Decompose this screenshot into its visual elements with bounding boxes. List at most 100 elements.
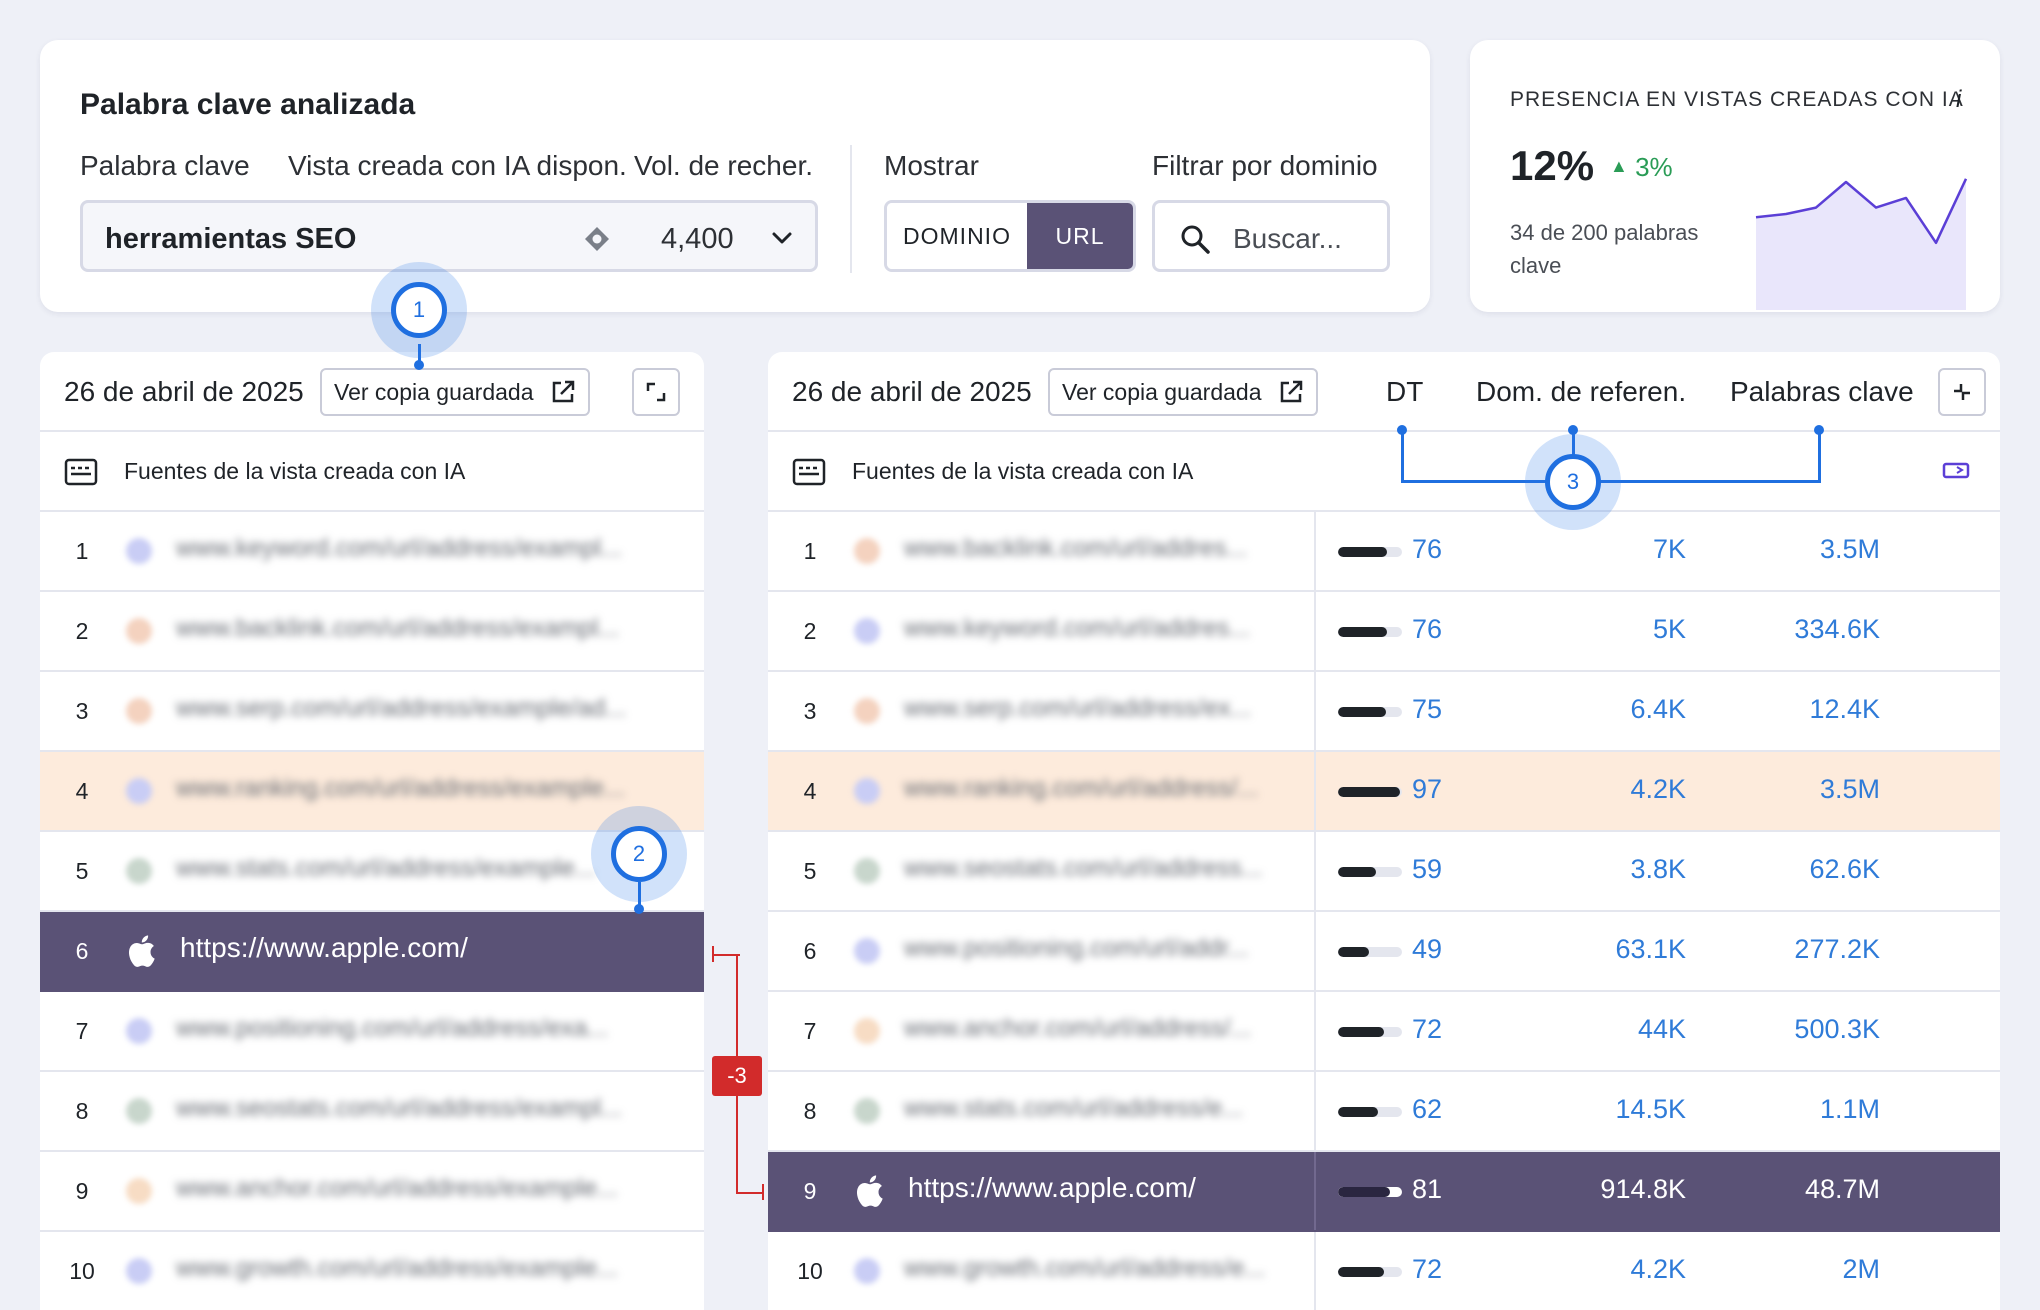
source-url-link[interactable]: www.positioning.com/url/addr... (904, 934, 1284, 963)
column-referring-domains[interactable]: Dom. de referen. (1476, 376, 1686, 408)
collapse-button[interactable] (1938, 368, 1986, 416)
referring-domains-value[interactable]: 4.2K (1630, 1254, 1686, 1285)
referring-domains-value[interactable]: 63.1K (1615, 934, 1686, 965)
source-url-link[interactable]: https://www.apple.com/ (180, 932, 468, 964)
source-url-link[interactable]: www.keyword.com/url/address/exampl... (176, 534, 676, 563)
source-url-link[interactable]: www.serp.com/url/address/ex... (904, 694, 1284, 723)
ai-presence-card: PRESENCIA EN VISTAS CREADAS CON IA i 12%… (1470, 40, 2000, 312)
source-url-link[interactable]: www.anchor.com/url/address/... (904, 1014, 1284, 1043)
dt-value[interactable]: 59 (1412, 854, 1442, 885)
table-row[interactable]: 8 www.stats.com/url/address/e... 62 14.5K 1.… (768, 1072, 2000, 1152)
source-url-link[interactable]: https://www.apple.com/ (908, 1172, 1196, 1204)
filter-label: Filtrar por dominio (1152, 150, 1378, 181)
chevron-down-icon[interactable] (769, 225, 795, 251)
presence-delta: ▲ 3% (1610, 152, 1673, 182)
source-url-link[interactable]: www.growth.com/url/address/example... (176, 1254, 676, 1283)
source-url-link[interactable]: www.positioning.com/url/address/exa... (176, 1014, 676, 1043)
source-url-link[interactable]: www.ranking.com/url/address/... (904, 774, 1284, 803)
domain-search-input[interactable]: Buscar... (1152, 200, 1390, 272)
source-url-link[interactable]: www.stats.com/url/address/e... (904, 1094, 1284, 1123)
source-url-link[interactable]: www.ranking.com/url/address/example... (176, 774, 676, 803)
dt-value[interactable]: 72 (1412, 1254, 1442, 1285)
row-rank: 10 (69, 1258, 95, 1284)
column-dt[interactable]: DT (1386, 376, 1423, 408)
keywords-value[interactable]: 334.6K (1794, 614, 1880, 645)
table-row[interactable]: 10 www.growth.com/url/address/e... 72 4.2K 2… (768, 1232, 2000, 1310)
rank-change-line (736, 1192, 764, 1194)
table-row[interactable]: 7 www.anchor.com/url/address/... 72 44K 500.… (768, 992, 2000, 1072)
referring-domains-value[interactable]: 7K (1653, 534, 1686, 565)
keywords-value[interactable]: 48.7M (1805, 1174, 1880, 1205)
keywords-value[interactable]: 3.5M (1820, 774, 1880, 805)
column-keywords[interactable]: Palabras clave (1730, 376, 1914, 408)
row-rank: 4 (75, 778, 89, 804)
referring-domains-value[interactable]: 4.2K (1630, 774, 1686, 805)
snapshot-date: 26 de abril de 2025 (64, 376, 304, 407)
dt-value[interactable]: 75 (1412, 694, 1442, 725)
dt-value[interactable]: 62 (1412, 1094, 1442, 1125)
view-saved-copy-button[interactable]: Ver copia guardada (1048, 368, 1318, 416)
info-icon[interactable]: i (1956, 86, 1961, 114)
referring-domains-value[interactable]: 914.8K (1600, 1174, 1686, 1205)
expand-button[interactable] (632, 368, 680, 416)
dt-value[interactable]: 72 (1412, 1014, 1442, 1045)
view-saved-copy-button[interactable]: Ver copia guardada (320, 368, 590, 416)
source-url-link[interactable]: www.growth.com/url/address/e... (904, 1254, 1284, 1283)
table-row[interactable]: 9 https://www.apple.com/81 914.8K 48.7M (768, 1152, 2000, 1232)
table-row[interactable]: 2 www.backlink.com/url/address/exampl... (40, 592, 704, 672)
table-row[interactable]: 3 www.serp.com/url/address/example/ad... (40, 672, 704, 752)
table-row[interactable]: 6 https://www.apple.com/ (40, 912, 704, 992)
referring-domains-value[interactable]: 6.4K (1630, 694, 1686, 725)
column-divider (1314, 992, 1316, 1070)
keywords-value[interactable]: 277.2K (1794, 934, 1880, 965)
keywords-value[interactable]: 2M (1842, 1254, 1880, 1285)
source-url-link[interactable]: www.serp.com/url/address/example/ad... (176, 694, 676, 723)
table-row[interactable]: 8 www.seostats.com/url/address/exampl... (40, 1072, 704, 1152)
referring-domains-value[interactable]: 5K (1653, 614, 1686, 645)
table-row[interactable]: 1 www.backlink.com/url/addres... 76 7K 3.5M (768, 512, 2000, 592)
table-row[interactable]: 7 www.positioning.com/url/address/exa... (40, 992, 704, 1072)
table-row[interactable]: 4 www.ranking.com/url/address/... 97 4.2K 3.… (768, 752, 2000, 832)
table-row[interactable]: 2 www.keyword.com/url/addres... 76 5K 334.6K (768, 592, 2000, 672)
table-row[interactable]: 6 www.positioning.com/url/addr... 49 63.1K 2… (768, 912, 2000, 992)
toggle-domain-button[interactable]: DOMINIO (887, 203, 1027, 269)
source-url-link[interactable]: www.backlink.com/url/addres... (904, 534, 1284, 563)
dt-value[interactable]: 97 (1412, 774, 1442, 805)
referring-domains-value[interactable]: 44K (1638, 1014, 1686, 1045)
site-favicon-icon (126, 698, 152, 724)
dt-value[interactable]: 81 (1412, 1174, 1442, 1205)
source-url-link[interactable]: www.anchor.com/url/address/example... (176, 1174, 676, 1203)
source-url-link[interactable]: www.seostats.com/url/address/exampl... (176, 1094, 676, 1123)
row-rank: 1 (75, 538, 89, 564)
search-icon (1181, 225, 1210, 254)
dt-value[interactable]: 49 (1412, 934, 1442, 965)
referring-domains-value[interactable]: 14.5K (1615, 1094, 1686, 1125)
table-row[interactable]: 10 www.growth.com/url/address/example... (40, 1232, 704, 1310)
source-url-link[interactable]: www.backlink.com/url/address/exampl... (176, 614, 676, 643)
table-row[interactable]: 5 www.seostats.com/url/address... 59 3.8K 62… (768, 832, 2000, 912)
referring-domains-value[interactable]: 3.8K (1630, 854, 1686, 885)
toggle-url-button[interactable]: URL (1027, 203, 1133, 269)
keywords-value[interactable]: 1.1M (1820, 1094, 1880, 1125)
keywords-value[interactable]: 3.5M (1820, 534, 1880, 565)
keyword-select[interactable]: herramientas SEO 4,400 (80, 200, 818, 272)
row-rank: 10 (797, 1258, 823, 1284)
dt-value[interactable]: 76 (1412, 614, 1442, 645)
keywords-value[interactable]: 500.3K (1794, 1014, 1880, 1045)
table-row[interactable]: 9 www.anchor.com/url/address/example... (40, 1152, 704, 1232)
keywords-value[interactable]: 12.4K (1809, 694, 1880, 725)
screen-share-icon[interactable] (1942, 460, 1972, 484)
arrow-up-icon: ▲ (1610, 156, 1628, 176)
dt-value[interactable]: 76 (1412, 534, 1442, 565)
column-divider (1314, 512, 1316, 590)
keywords-value[interactable]: 62.6K (1809, 854, 1880, 885)
table-row[interactable]: 3 www.serp.com/url/address/ex... 75 6.4K 12.… (768, 672, 2000, 752)
column-divider (1314, 912, 1316, 990)
presence-sparkline (1755, 178, 1968, 310)
current-ai-sources-table: 26 de abril de 2025 Ver copia guardada D… (768, 352, 2000, 1310)
source-url-link[interactable]: www.seostats.com/url/address... (904, 854, 1284, 883)
source-url-link[interactable]: www.keyword.com/url/addres... (904, 614, 1284, 643)
row-rank: 5 (75, 858, 89, 884)
table-row[interactable]: 1 www.keyword.com/url/address/exampl... (40, 512, 704, 592)
site-favicon-icon (126, 538, 152, 564)
